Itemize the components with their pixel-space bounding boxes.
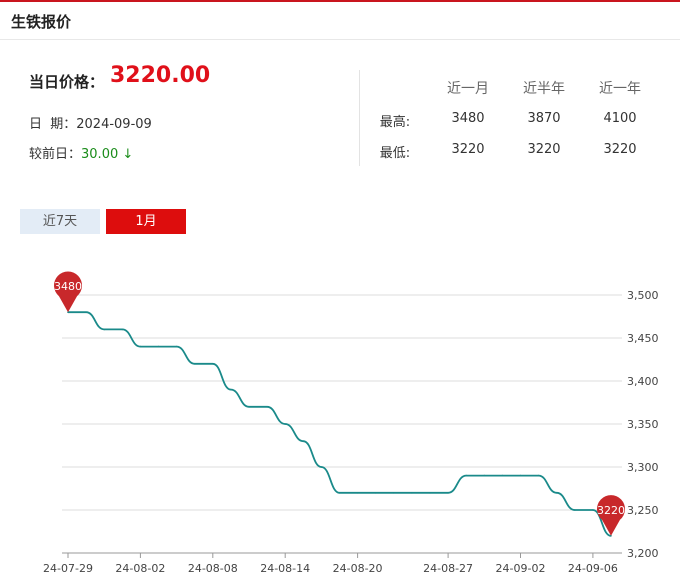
data-point	[519, 474, 522, 477]
x-tick-label: 24-08-14	[260, 562, 310, 575]
data-point	[501, 474, 504, 477]
data-point	[175, 345, 178, 348]
data-point	[212, 363, 214, 365]
x-tick-label: 24-08-08	[188, 562, 238, 575]
stats-cell: 3220	[451, 142, 485, 157]
data-point	[157, 345, 160, 348]
stats-cell: 4100	[603, 111, 637, 126]
x-tick-label: 24-08-02	[115, 562, 165, 575]
y-tick-label: 3,200	[627, 547, 659, 560]
data-point	[320, 466, 323, 468]
x-tick-label: 24-09-02	[496, 562, 546, 575]
date-label: 日 期：	[29, 117, 77, 132]
marker-label: 3480	[54, 280, 82, 293]
y-tick-label: 3,450	[627, 332, 659, 345]
y-tick-label: 3,400	[627, 375, 659, 388]
data-point	[85, 311, 87, 313]
x-tick-label: 24-08-20	[333, 562, 383, 575]
data-point	[248, 406, 250, 408]
data-point	[284, 423, 287, 425]
x-tick-label: 24-07-29	[43, 562, 93, 575]
data-point	[447, 492, 449, 494]
x-tick-label: 24-08-27	[423, 562, 473, 575]
data-point	[574, 509, 576, 511]
price-value: 3220.00	[110, 63, 211, 88]
data-point	[555, 492, 558, 494]
stats-col-header: 近一月	[447, 81, 489, 97]
data-point	[537, 474, 540, 477]
data-point	[230, 388, 232, 391]
data-point	[393, 492, 395, 494]
y-tick-label: 3,250	[627, 504, 659, 517]
y-tick-label: 3,350	[627, 418, 659, 431]
data-point	[103, 328, 105, 331]
stats-cell: 3870	[527, 111, 561, 126]
stats-col-header: 近一年	[599, 81, 641, 97]
stats-cell: 3480	[451, 111, 485, 126]
data-point	[483, 474, 486, 477]
data-point	[338, 492, 341, 494]
change-value: 30.00 ↓	[81, 147, 134, 162]
panel-header: 生铁报价	[0, 2, 680, 40]
data-point	[411, 492, 413, 494]
price-line-chart: 3,500 3,450 3,400 3,350 3,300 3,250 3,200 24-07…	[43, 271, 659, 575]
change-label: 较前日：	[29, 147, 82, 162]
date-value: 2024-09-09	[76, 117, 152, 132]
y-tick-label: 3,500	[627, 289, 659, 302]
data-point	[429, 492, 431, 494]
price-label: 当日价格：	[29, 73, 105, 91]
date-row: 日 期：2024-09-09	[29, 113, 152, 132]
data-point	[465, 474, 468, 477]
data-point	[356, 492, 359, 494]
data-point	[193, 363, 196, 365]
stats-col-header: 近半年	[523, 81, 565, 97]
data-point	[592, 509, 594, 511]
stats-cell: 3220	[603, 142, 637, 157]
stats-cell: 3220	[527, 142, 561, 157]
panel-title: 生铁报价	[11, 13, 72, 31]
data-point	[121, 328, 124, 331]
x-tick-label: 24-09-06	[568, 562, 618, 575]
tab-1-month[interactable]: 1月	[106, 209, 186, 234]
stats-row-label-high: 最高:	[379, 115, 411, 130]
data-point	[302, 440, 305, 442]
stats-row-label-low: 最低:	[379, 146, 411, 161]
data-point	[139, 345, 142, 348]
data-point	[374, 492, 377, 494]
y-tick-label: 3,300	[627, 461, 659, 474]
change-row: 较前日：30.00 ↓	[29, 143, 133, 162]
data-point	[266, 406, 268, 408]
marker-label: 3220	[597, 504, 625, 517]
tab-7-days[interactable]: 近7天	[20, 209, 100, 234]
